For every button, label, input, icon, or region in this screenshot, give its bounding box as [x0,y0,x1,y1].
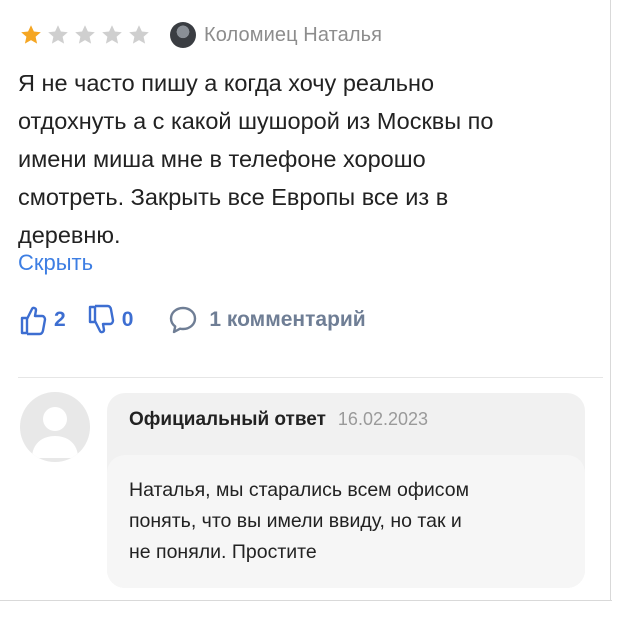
reply-text-line: Наталья, мы старались всем офисом [129,479,469,501]
author-avatar[interactable] [170,22,196,48]
avatar-silhouette-icon [32,407,78,458]
comments-button[interactable]: 1 комментарий [167,304,366,336]
review-text-line: деревню. [18,222,121,248]
author-name[interactable]: Коломиец Наталья [204,24,382,47]
review-text-line: Я не часто пишу а когда хочу реально [18,70,435,96]
comments-label: 1 комментарий [209,308,366,331]
official-reply-label: Официальный ответ [129,409,326,430]
like-count: 2 [54,308,66,331]
star-outline-icon [48,25,68,44]
reply-bubble: Наталья, мы старались всем офисом понять… [107,455,585,588]
reply-text-line: не поняли. Простите [129,541,317,563]
reply-text: Наталья, мы старались всем офисом понять… [129,475,569,568]
reply-date: 16.02.2023 [337,409,429,429]
frame-edge [610,0,611,600]
comment-bubble-icon [170,306,197,334]
review-author[interactable]: Коломиец Наталья [170,22,382,48]
star-icon [21,25,41,44]
review-card: Коломиец Наталья Я не часто пишу а когда… [0,0,621,617]
rating-stars [18,23,152,47]
official-reply: Официальный ответ 16.02.2023 Наталья, мы… [107,393,585,588]
review-header: Коломиец Наталья [18,22,382,48]
review-text-line: отдохнуть а с какой шушорой из Москвы по [18,108,494,134]
star-outline-icon [129,25,149,44]
dislike-count: 0 [121,308,134,331]
like-button[interactable]: 2 [18,304,66,336]
thumbs-down-icon [88,304,114,334]
review-text: Я не часто пишу а когда хочу реально отд… [18,64,603,254]
reply-text-line: понять, что вы имели ввиду, но так и [129,510,462,532]
star-outline-icon [102,25,122,44]
divider [18,377,603,378]
frame-edge [0,600,612,601]
star-outline-icon [75,25,95,44]
user-avatar-icon [20,392,90,462]
reply-header: Официальный ответ 16.02.2023 [129,409,428,431]
thumbs-up-icon [20,306,47,336]
review-text-line: имени миша мне в телефоне хорошо [18,146,426,172]
review-text-line: смотреть. Закрыть все Европы все из в [18,184,449,210]
review-reactions: 2 0 1 комментарий [18,304,366,336]
collapse-review-link[interactable]: Скрыть [18,250,93,276]
dislike-button[interactable]: 0 [86,304,134,336]
